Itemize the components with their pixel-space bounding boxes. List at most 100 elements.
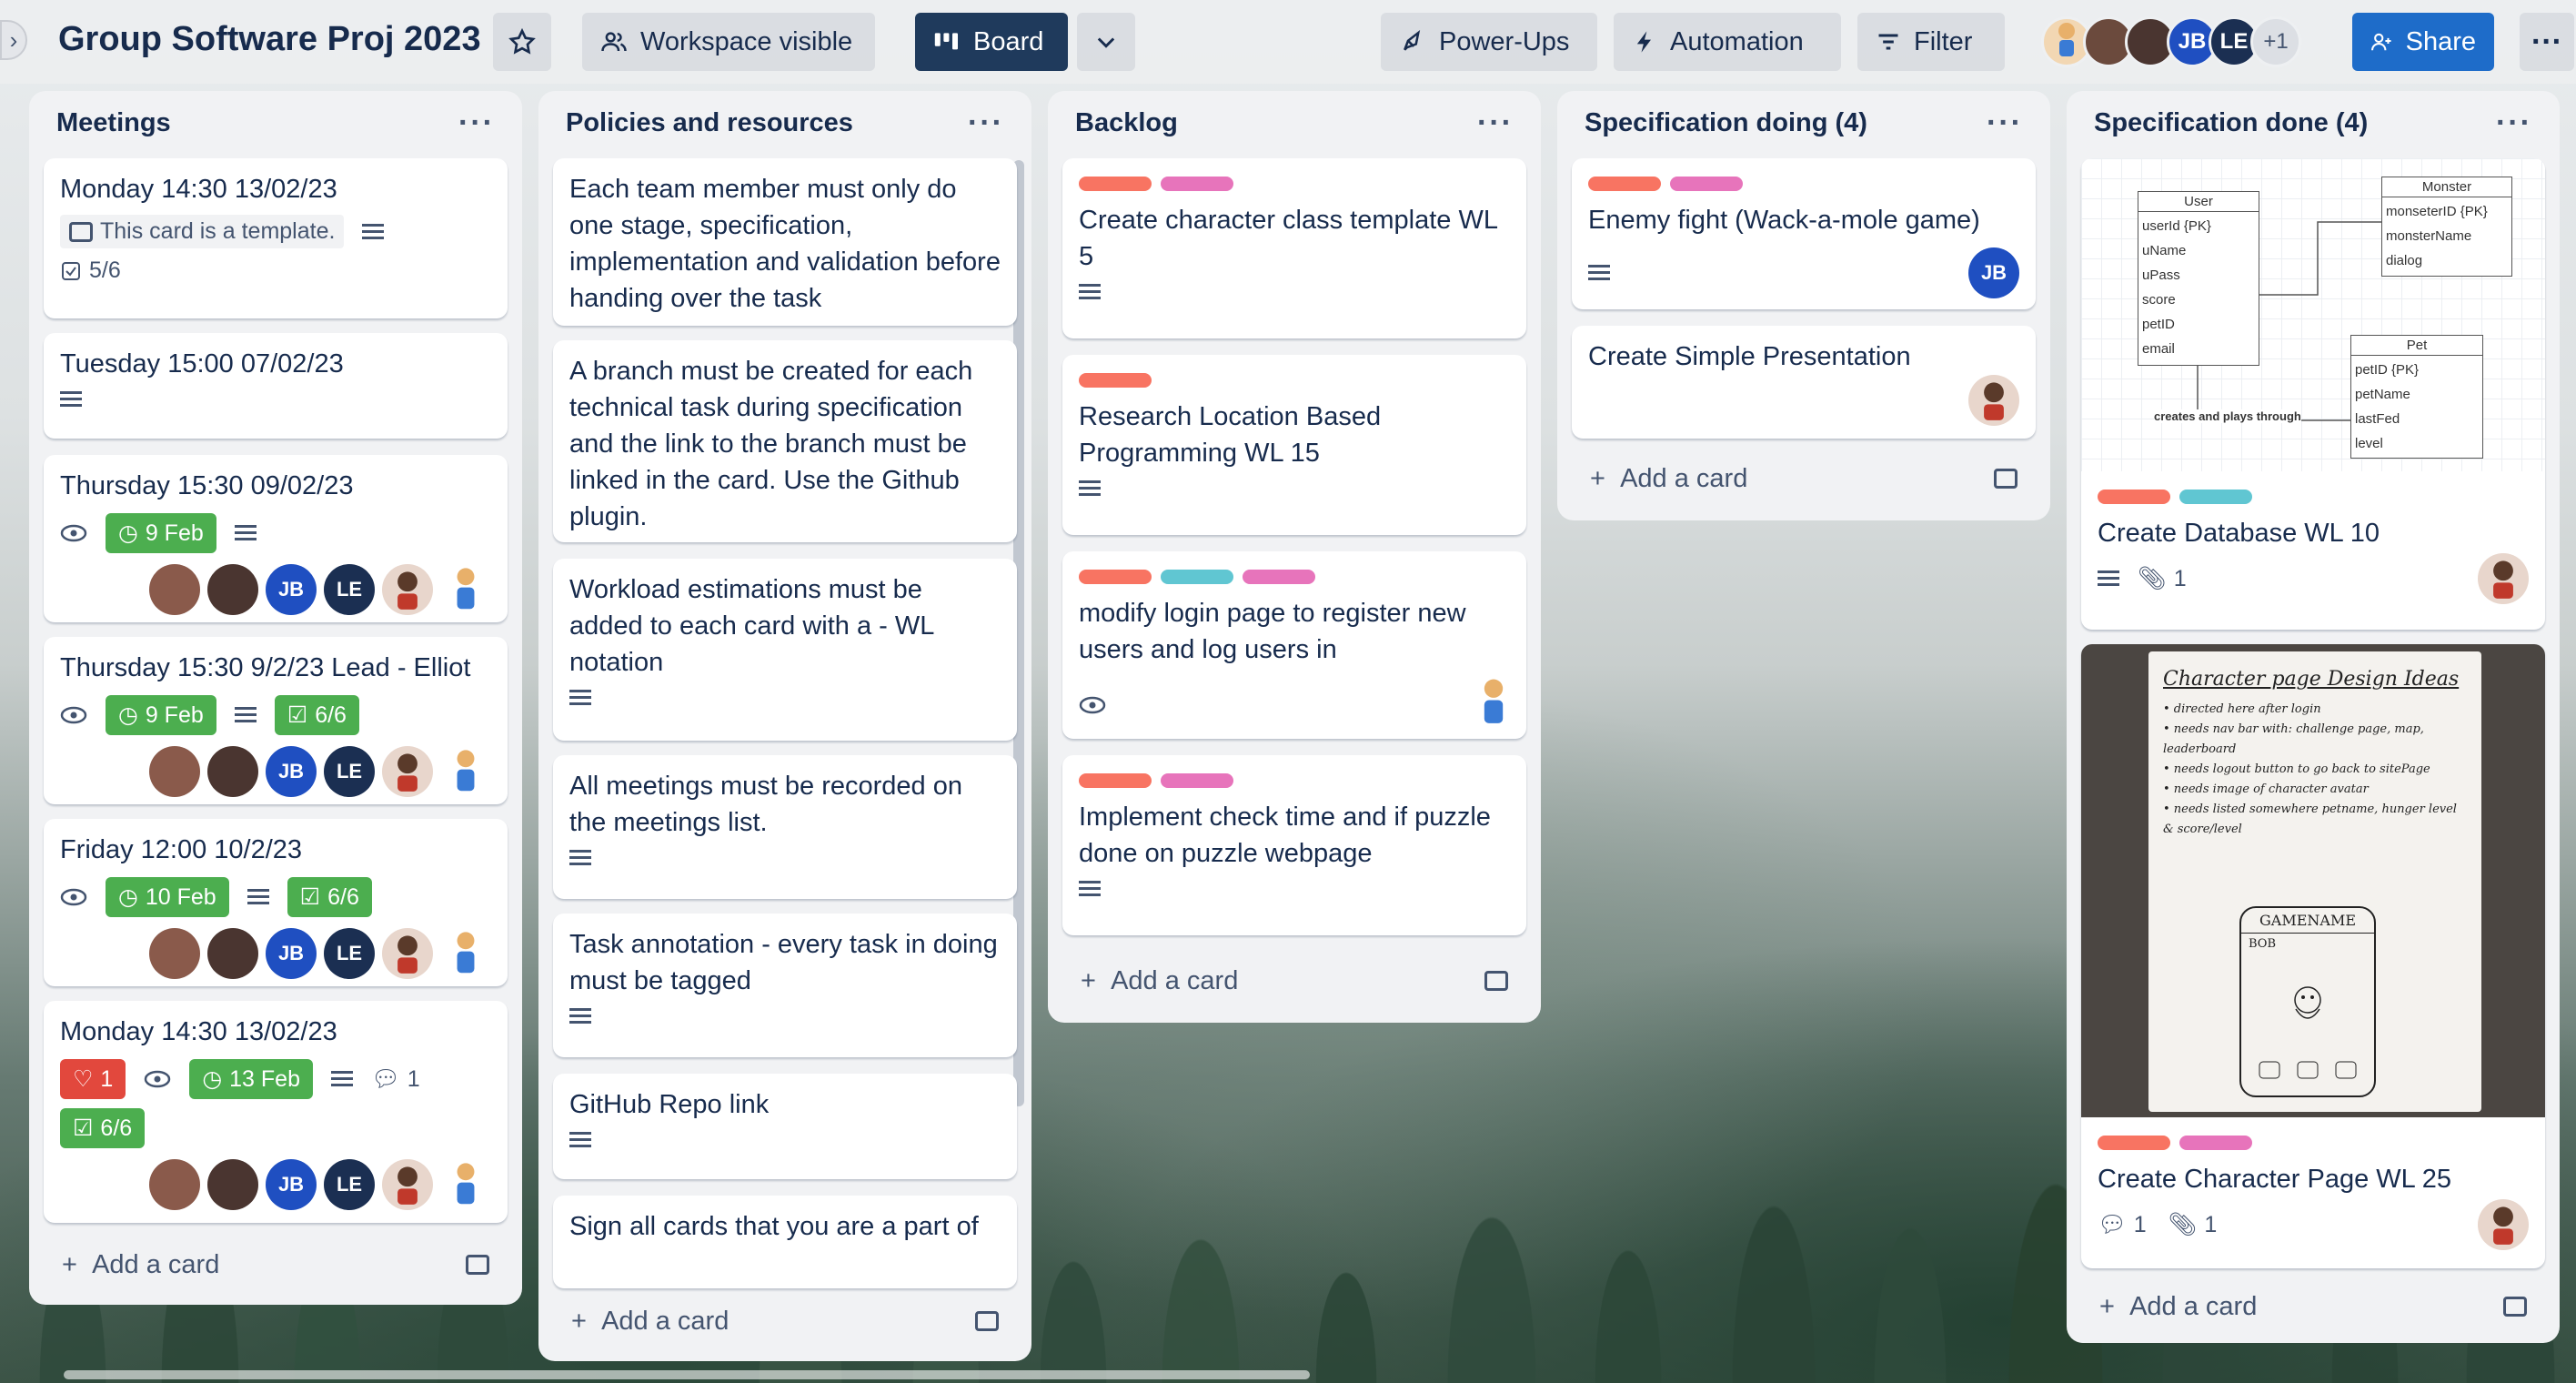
avatar-jb[interactable]: JB [266,746,317,797]
avatar-jb[interactable]: JB [266,928,317,979]
sidebar-toggle-icon[interactable]: › [0,20,27,60]
list-meetings[interactable]: Meetings ··· Monday 14:30 13/02/23 This … [29,91,522,1305]
card-meeting[interactable]: Friday 12:00 10/2/23 ◷ 10 Feb ☑ 6/6 JB L… [44,819,508,986]
add-card-button[interactable]: + Add a card [2081,1279,2545,1334]
add-card-button[interactable]: + Add a card [553,1294,1017,1348]
label-red[interactable] [1079,570,1152,584]
list-title[interactable]: Policies and resources [566,108,853,138]
label-cyan[interactable] [1161,570,1233,584]
avatar-le[interactable]: LE [324,928,375,979]
avatar[interactable] [149,564,200,615]
avatar-le[interactable]: LE [324,746,375,797]
label-red[interactable] [1588,177,1661,191]
avatar[interactable] [440,928,491,979]
avatar[interactable] [1477,677,1510,732]
label-pink[interactable] [1670,177,1743,191]
more-icon[interactable]: ··· [1477,106,1514,141]
due-date-badge[interactable]: ◷ 9 Feb [106,695,216,735]
label-red[interactable] [1079,773,1152,788]
board-title[interactable]: Group Software Proj 2023 [58,20,481,59]
card-policy[interactable]: Task annotation - every task in doing mu… [553,914,1017,1057]
label-pink[interactable] [1161,773,1233,788]
card-backlog[interactable]: Implement check time and if puzzle done … [1062,755,1526,935]
avatar[interactable] [2478,553,2529,604]
more-icon[interactable]: ··· [968,106,1004,141]
due-date-badge[interactable]: ◷ 10 Feb [106,877,229,917]
card-policy[interactable]: Each team member must only do one stage,… [553,158,1017,326]
create-from-template-icon[interactable] [2503,1297,2527,1317]
extra-members-count[interactable]: +1 [2250,16,2301,67]
card-backlog[interactable]: Research Location Based Programming WL 1… [1062,355,1526,535]
label-cyan[interactable] [2179,490,2252,504]
board-horizontal-scrollbar[interactable] [64,1370,1310,1379]
add-card-button[interactable]: + Add a card [1572,451,2036,506]
card-policy[interactable]: Workload estimations must be added to ea… [553,559,1017,741]
avatar[interactable] [382,746,433,797]
avatar-le[interactable]: LE [324,1159,375,1210]
due-date-badge[interactable]: ◷ 13 Feb [189,1059,313,1099]
list-title[interactable]: Backlog [1075,108,1178,138]
avatar[interactable] [1968,375,2019,426]
add-card-button[interactable]: + Add a card [44,1237,508,1292]
card-policy[interactable]: All meetings must be recorded on the mee… [553,755,1017,899]
list-backlog[interactable]: Backlog ··· Create character class templ… [1048,91,1541,1023]
avatar[interactable] [149,746,200,797]
avatar-jb[interactable]: JB [1968,247,2019,298]
create-from-template-icon[interactable] [975,1311,999,1331]
card-backlog[interactable]: modify login page to register new users … [1062,551,1526,739]
add-card-button[interactable]: + Add a card [1062,954,1526,1008]
list-title[interactable]: Meetings [56,108,171,138]
avatar-le[interactable]: LE [324,564,375,615]
avatar[interactable] [207,746,258,797]
avatar[interactable] [382,1159,433,1210]
create-from-template-icon[interactable] [1994,469,2018,489]
automation-button[interactable]: Automation [1614,13,1841,71]
powerups-button[interactable]: Power-Ups [1381,13,1597,71]
card-policy[interactable]: Sign all cards that you are a part of [553,1196,1017,1288]
avatar[interactable] [149,1159,200,1210]
avatar[interactable] [440,1159,491,1210]
label-red[interactable] [2098,1136,2170,1150]
filter-button[interactable]: Filter [1857,13,2005,71]
create-from-template-icon[interactable] [466,1255,489,1275]
avatar[interactable] [207,1159,258,1210]
visibility-button[interactable]: Workspace visible [582,13,875,71]
card-meeting-template[interactable]: Monday 14:30 13/02/23 This card is a tem… [44,158,508,318]
avatar[interactable] [207,564,258,615]
label-red[interactable] [1079,373,1152,388]
label-pink[interactable] [1161,177,1233,191]
label-pink[interactable] [2179,1136,2252,1150]
view-dropdown-button[interactable] [1077,13,1135,71]
list-policies[interactable]: Policies and resources ··· Each team mem… [538,91,1031,1361]
label-red[interactable] [2098,490,2170,504]
card-meeting[interactable]: Monday 14:30 13/02/23 ♡ 1 ◷ 13 Feb 💬︎ 1 … [44,1001,508,1223]
card-meeting[interactable]: Tuesday 15:00 07/02/23 [44,333,508,439]
more-icon[interactable]: ··· [1987,106,2023,141]
board-view-button[interactable]: Board [915,13,1068,71]
due-date-badge[interactable]: ◷ 9 Feb [106,513,216,553]
votes-badge[interactable]: ♡ 1 [60,1059,126,1099]
avatar[interactable] [149,928,200,979]
avatar-jb[interactable]: JB [266,564,317,615]
create-from-template-icon[interactable] [1484,971,1508,991]
avatar-jb[interactable]: JB [266,1159,317,1210]
card-spec-done[interactable]: User userId {PK} uName uPass score petID… [2081,158,2545,630]
list-spec-doing[interactable]: Specification doing (4) ··· Enemy fight … [1557,91,2050,520]
list-spec-done[interactable]: Specification done (4) ··· User userId {… [2067,91,2560,1343]
label-red[interactable] [1079,177,1152,191]
list-title[interactable]: Specification doing (4) [1585,108,1867,138]
star-button[interactable] [493,13,551,71]
more-icon[interactable]: ··· [458,106,495,141]
avatar[interactable] [440,564,491,615]
card-meeting[interactable]: Thursday 15:30 09/02/23 ◷ 9 Feb JB LE [44,455,508,622]
avatar[interactable] [207,928,258,979]
more-icon[interactable]: ··· [2496,106,2532,141]
list-title[interactable]: Specification done (4) [2094,108,2368,138]
avatar[interactable] [2478,1199,2529,1250]
avatar[interactable] [440,746,491,797]
card-backlog[interactable]: Create character class template WL 5 [1062,158,1526,338]
card-policy[interactable]: A branch must be created for each techni… [553,340,1017,542]
label-pink[interactable] [1243,570,1315,584]
avatar[interactable] [382,928,433,979]
board-menu-button[interactable]: ··· [2520,13,2574,71]
